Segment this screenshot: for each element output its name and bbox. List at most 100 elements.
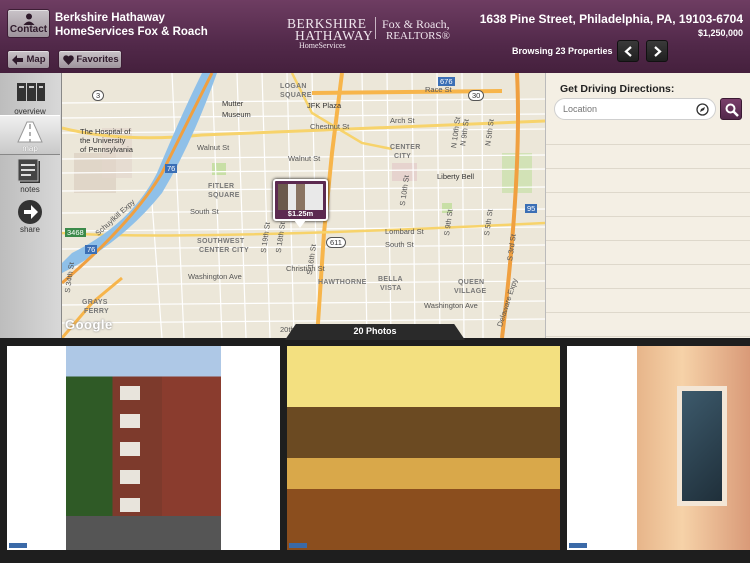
- previous-property-button[interactable]: [617, 40, 639, 62]
- share-icon: [18, 200, 42, 224]
- highway-shield: 76: [165, 164, 178, 173]
- contact-button[interactable]: Contact: [7, 9, 50, 38]
- map-label: FITLER: [208, 183, 235, 190]
- map-attribution: Google: [65, 317, 113, 332]
- map-label: FERRY: [84, 308, 109, 315]
- property-photo[interactable]: [567, 346, 750, 550]
- logo-divider: [375, 17, 376, 39]
- photos-count: 20 Photos: [353, 326, 397, 336]
- map-label: Walnut St: [197, 143, 230, 152]
- directions-header: Get Driving Directions:: [546, 73, 750, 125]
- highway-shield: 3: [92, 90, 105, 101]
- directions-search-button[interactable]: [720, 98, 742, 120]
- next-property-button[interactable]: [646, 40, 668, 62]
- photo-strip: [0, 338, 750, 563]
- sidebar-item-share[interactable]: share: [0, 195, 60, 235]
- property-photo[interactable]: [287, 346, 560, 550]
- map-label: SOUTHWEST: [197, 238, 245, 245]
- map-label: JFK Plaza: [307, 101, 342, 110]
- search-icon: [725, 103, 739, 117]
- sidebar-label-notes: notes: [20, 185, 40, 194]
- logo-line3: HomeServices: [299, 41, 346, 50]
- brand-logo: BERKSHIRE HATHAWAY HomeServices Fox & Ro…: [287, 16, 452, 56]
- agent-name-line1: Berkshire Hathaway: [55, 12, 165, 24]
- map-label: CENTER CITY: [199, 247, 249, 254]
- photo-image: [287, 346, 560, 550]
- location-input[interactable]: [554, 98, 716, 120]
- favorites-button[interactable]: Favorites: [58, 50, 122, 69]
- map-label: Washington Ave: [424, 301, 478, 310]
- chevron-right-icon: [654, 46, 662, 57]
- map-label: Walnut St: [288, 154, 321, 163]
- map-label: VILLAGE: [454, 288, 487, 295]
- map-label: LOGAN: [280, 83, 307, 90]
- photo-sidewalk: [66, 516, 221, 550]
- map-label: South St: [385, 240, 414, 249]
- marker-price: $1.25m: [287, 209, 314, 218]
- map-label: VISTA: [380, 285, 402, 292]
- map-label: Washington Ave: [188, 272, 242, 281]
- map-back-button[interactable]: Map: [7, 50, 50, 69]
- property-address: 1638 Pine Street, Philadelphia, PA, 1910…: [479, 12, 743, 26]
- map-label: SQUARE: [208, 192, 240, 199]
- highway-shield: 30: [468, 90, 485, 101]
- sidebar-item-overview[interactable]: overview: [0, 77, 60, 117]
- favorites-label: Favorites: [76, 54, 119, 65]
- sidebar-label-map: map: [22, 144, 38, 153]
- map-label: SQUARE: [280, 92, 312, 99]
- map-label: South St: [190, 207, 219, 216]
- agent-name-line2: HomeServices Fox & Roach: [55, 26, 208, 38]
- map-label: Chestnut St: [310, 122, 350, 131]
- directions-title: Get Driving Directions:: [560, 83, 675, 95]
- property-map[interactable]: LOGAN SQUARE JFK Plaza Mutter Museum The…: [62, 73, 545, 338]
- mls-watermark: [9, 543, 27, 548]
- highway-shield: 676: [438, 77, 455, 86]
- photos-tab[interactable]: 20 Photos: [285, 324, 465, 340]
- photo-window-detail: [120, 386, 140, 516]
- property-marker[interactable]: $1.25m: [273, 179, 328, 228]
- overview-icon: [17, 83, 45, 101]
- logo-right2: REALTORS®: [386, 30, 450, 42]
- map-label: Lombard St: [385, 227, 424, 236]
- map-label: of Pennsylvania: [80, 145, 133, 154]
- highway-shield: 3468: [65, 228, 86, 237]
- arrow-left-icon: [12, 55, 23, 65]
- map-label: BELLA: [378, 276, 403, 283]
- map-label: Mutter: [222, 99, 244, 108]
- sidebar-label-share: share: [19, 225, 40, 234]
- highway-shield: 611: [326, 237, 346, 248]
- map-label: the University: [80, 136, 126, 145]
- map-label: HAWTHORNE: [318, 279, 367, 286]
- contact-label: Contact: [9, 24, 48, 35]
- map-label: QUEEN: [458, 279, 485, 286]
- highway-shield: 95: [525, 204, 538, 213]
- map-label: Arch St: [390, 116, 415, 125]
- property-photo[interactable]: [7, 346, 280, 550]
- location-target-icon[interactable]: [696, 103, 709, 116]
- highway-shield: 76: [85, 245, 98, 254]
- chevron-left-icon: [624, 46, 632, 57]
- map-label: Liberty Bell: [437, 172, 475, 181]
- map-label: Race St: [425, 85, 452, 94]
- photo-window: [677, 386, 727, 506]
- heart-icon: [63, 55, 74, 65]
- sidebar-item-notes[interactable]: notes: [0, 155, 60, 195]
- map-label: The Hospital of: [80, 127, 131, 136]
- map-icon: [17, 121, 43, 143]
- browsing-count: Browsing 23 Properties: [512, 46, 613, 56]
- sidebar-item-map[interactable]: map: [0, 115, 60, 155]
- marker-thumbnail: [278, 184, 323, 210]
- app-header: Contact Berkshire Hathaway HomeServices …: [0, 0, 750, 73]
- directions-panel: Get Driving Directions:: [545, 73, 750, 338]
- mls-watermark: [289, 543, 307, 548]
- map-back-label: Map: [26, 54, 46, 65]
- agent-name: Berkshire Hathaway HomeServices Fox & Ro…: [55, 11, 208, 39]
- property-price: $1,250,000: [697, 28, 743, 38]
- mls-watermark: [569, 543, 587, 548]
- map-label: GRAYS: [82, 299, 108, 306]
- notes-icon: [17, 159, 40, 183]
- map-label: CENTER: [390, 144, 421, 151]
- marker-pointer: [294, 220, 306, 228]
- sidebar: overview map notes share: [0, 73, 62, 338]
- map-label: Museum: [222, 110, 251, 119]
